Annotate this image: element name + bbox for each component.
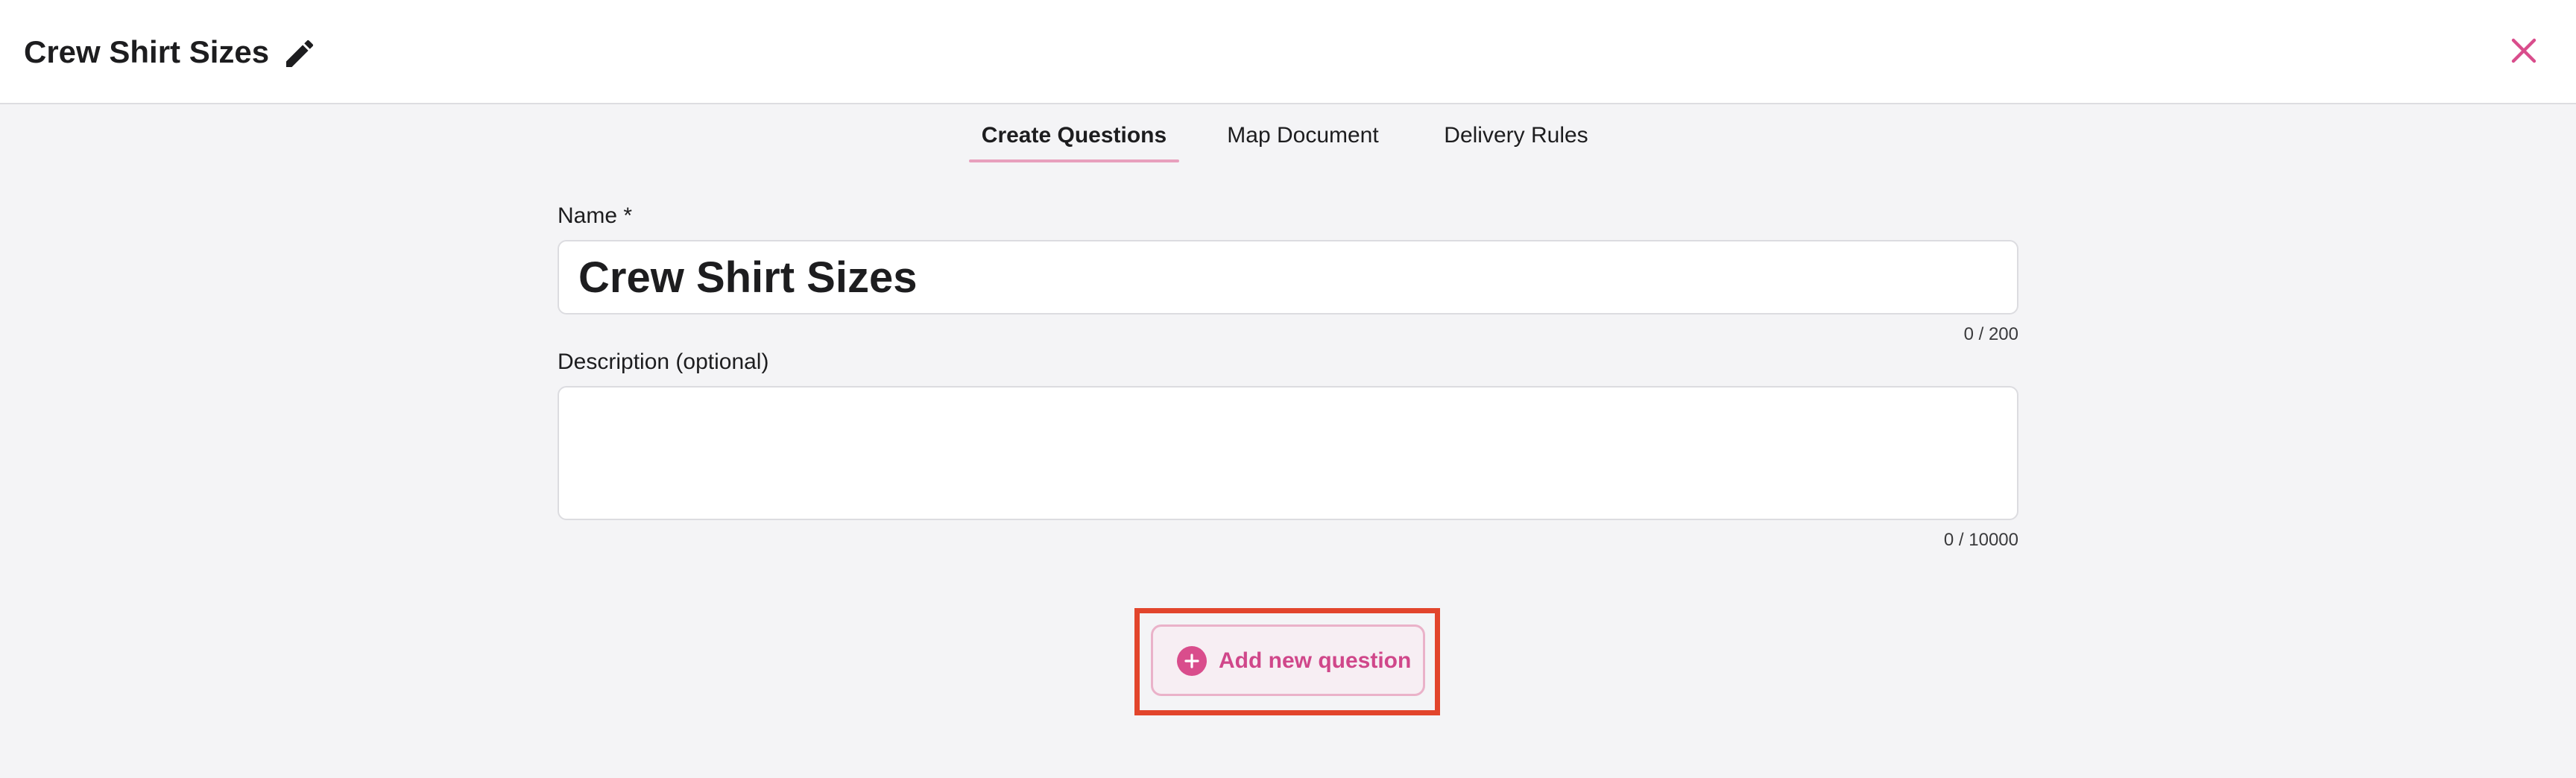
active-tab-indicator (969, 159, 1179, 162)
description-input[interactable] (558, 386, 2018, 520)
description-char-counter: 0 / 10000 (1943, 530, 2018, 550)
tab-map-document[interactable]: Map Document (1212, 121, 1394, 162)
tab-bar: Create Questions Map Document Delivery R… (0, 104, 2576, 164)
plus-circle-icon (1177, 646, 1207, 676)
name-char-counter: 0 / 200 (1963, 324, 2018, 344)
add-new-question-button[interactable]: Add new question (1151, 624, 1425, 696)
close-button[interactable] (2506, 33, 2542, 69)
description-label: Description (optional) (558, 350, 769, 374)
tab-delivery-rules[interactable]: Delivery Rules (1431, 121, 1601, 162)
tab-create-questions[interactable]: Create Questions (969, 121, 1179, 162)
name-label: Name * (558, 203, 633, 228)
close-icon (2511, 38, 2536, 63)
page-title: Crew Shirt Sizes (24, 34, 270, 69)
header-bar: Crew Shirt Sizes (0, 0, 2576, 104)
name-input[interactable] (558, 240, 2018, 314)
edit-title-button[interactable] (282, 36, 318, 72)
add-new-question-label: Add new question (1219, 648, 1412, 673)
pencil-icon (286, 39, 314, 67)
